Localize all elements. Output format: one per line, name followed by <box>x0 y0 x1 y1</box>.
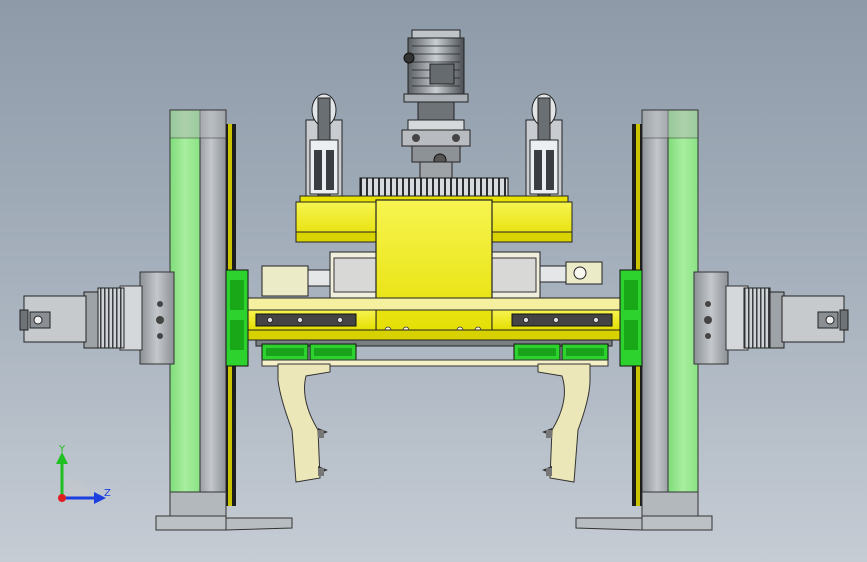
left-hydraulic-cylinder[interactable] <box>261 251 381 299</box>
central-mast[interactable] <box>375 199 493 341</box>
left-pulley-assembly[interactable] <box>305 93 343 201</box>
right-turntable-housing[interactable] <box>693 271 849 365</box>
x-axis-dot <box>58 494 66 502</box>
cad-viewport[interactable]: Y Z <box>0 0 867 562</box>
y-axis-label: Y <box>58 444 66 455</box>
drive-motor[interactable] <box>403 29 469 103</box>
gear-reducer[interactable] <box>401 101 471 181</box>
cad-model-scene[interactable]: Y Z <box>0 0 867 562</box>
axis-triad[interactable]: Y Z <box>56 444 111 504</box>
left-turntable-housing[interactable] <box>19 271 175 365</box>
right-gripper-arm[interactable] <box>537 363 591 483</box>
left-gripper-arm[interactable] <box>277 363 331 483</box>
right-hydraulic-cylinder[interactable] <box>489 251 603 299</box>
z-axis-label: Z <box>104 488 111 499</box>
right-pulley-assembly[interactable] <box>525 93 563 201</box>
